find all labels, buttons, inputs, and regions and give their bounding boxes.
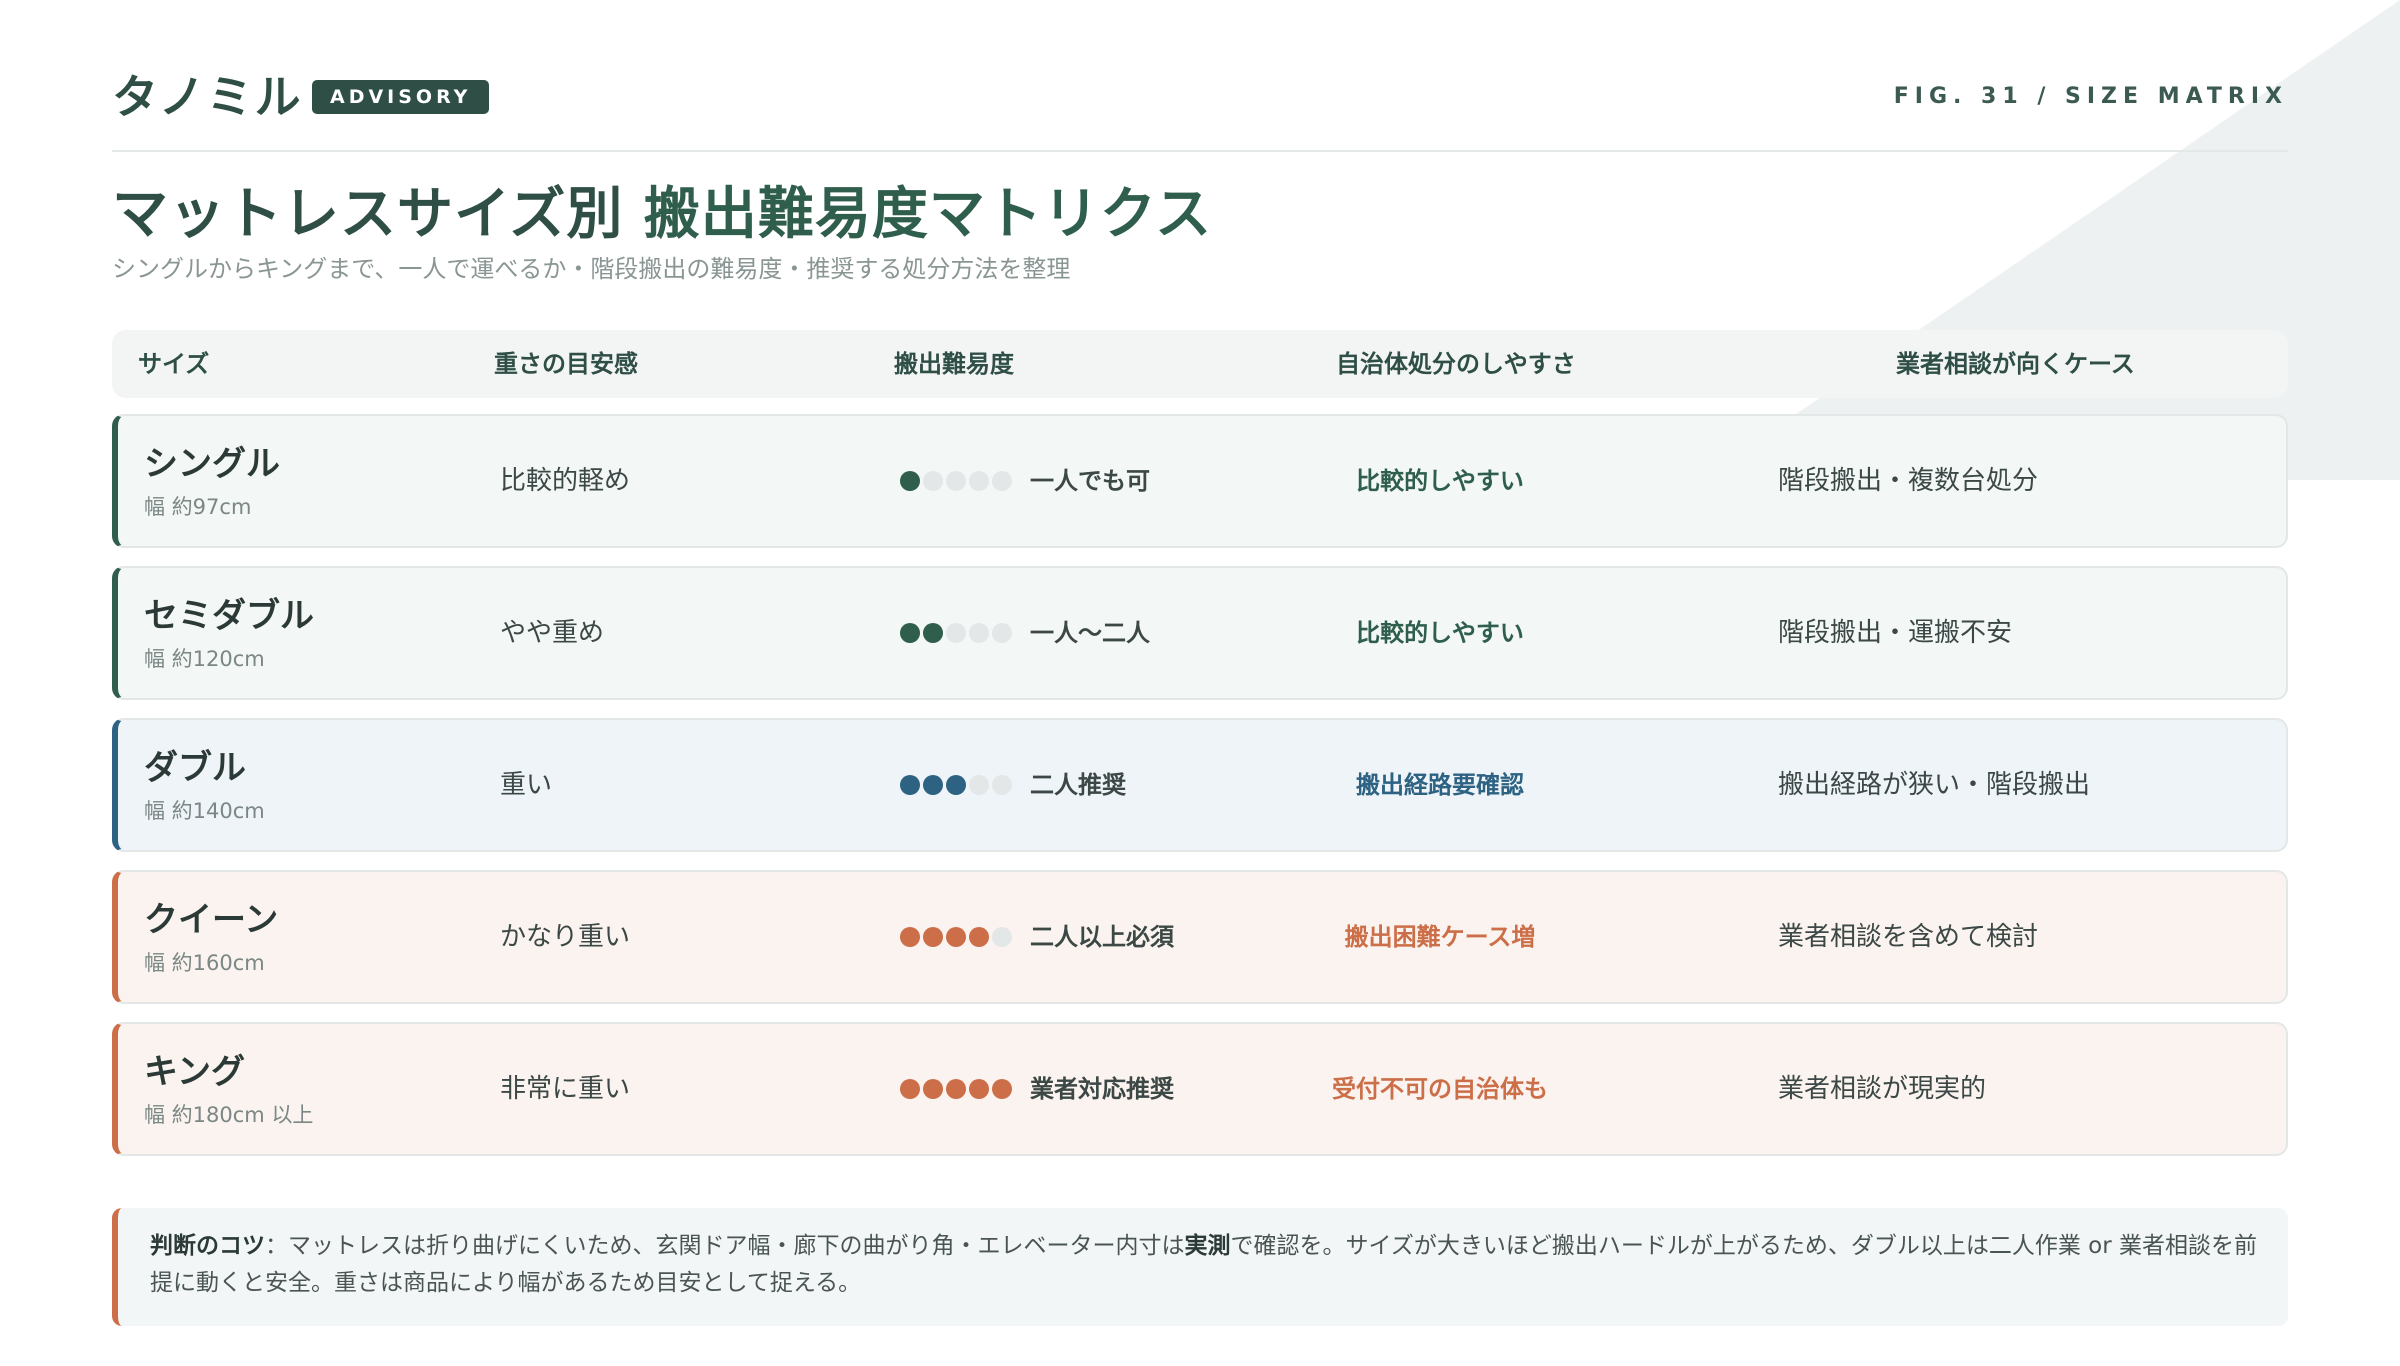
- difficulty-dot-empty: [969, 471, 989, 491]
- page: タノミル ADVISORY FIG. 31 / SIZE MATRIX マットレ…: [112, 0, 2288, 1366]
- tip-emphasis: 実測: [1184, 1233, 1231, 1259]
- municipal-disposal: 比較的しやすい: [1356, 619, 1524, 647]
- header-bar: タノミル ADVISORY FIG. 31 / SIZE MATRIX: [112, 66, 2288, 152]
- difficulty-dot-filled: [923, 623, 943, 643]
- difficulty-dot-filled: [900, 927, 920, 947]
- header-weight: 重さの目安感: [494, 350, 638, 378]
- difficulty-dot-filled: [946, 1079, 966, 1099]
- title-highlight: 搬出難易度マトリクス: [643, 182, 1213, 247]
- table-row: セミダブル幅 約120cm やや重め 一人〜二人 比較的しやすい 階段搬出・運搬不安: [112, 566, 2288, 700]
- difficulty-dot-filled: [946, 927, 966, 947]
- tip-text-1: ：マットレスは折り曲げにくいため、玄関ドア幅・廊下の曲がり角・エレベーター内寸は: [265, 1233, 1185, 1259]
- difficulty-rating: [900, 927, 1015, 947]
- page-subtitle: シングルからキングまで、一人で運べるか・階段搬出の難易度・推奨する処分方法を整理: [112, 255, 1071, 283]
- weight-estimate: 非常に重い: [500, 1074, 631, 1104]
- table-row: クイーン幅 約160cm かなり重い 二人以上必須 搬出困難ケース増 業者相談を含めて検…: [112, 870, 2288, 1004]
- size-width: 幅 約97cm: [144, 495, 252, 519]
- difficulty-dot-empty: [969, 623, 989, 643]
- recommended-case: 業者相談を含めて検討: [1778, 922, 2039, 952]
- difficulty-label: 二人以上必須: [1030, 923, 1174, 951]
- difficulty-rating: [900, 623, 1015, 643]
- municipal-disposal: 比較的しやすい: [1356, 467, 1524, 495]
- difficulty-label: 二人推奨: [1030, 771, 1126, 799]
- recommended-case: 搬出経路が狭い・階段搬出: [1778, 770, 2091, 800]
- difficulty-label: 一人でも可: [1030, 467, 1150, 495]
- weight-estimate: 比較的軽め: [500, 466, 631, 496]
- difficulty-label: 業者対応推奨: [1030, 1075, 1174, 1103]
- municipal-disposal: 搬出困難ケース増: [1344, 923, 1536, 951]
- figure-label: FIG. 31 / SIZE MATRIX: [1893, 84, 2288, 109]
- difficulty-dot-empty: [946, 623, 966, 643]
- difficulty-dot-filled: [900, 775, 920, 795]
- difficulty-dot-filled: [900, 1079, 920, 1099]
- difficulty-dot-filled: [946, 775, 966, 795]
- difficulty-dot-filled: [900, 471, 920, 491]
- difficulty-dot-empty: [992, 927, 1012, 947]
- table-header: サイズ 重さの目安感 搬出難易度 自治体処分のしやすさ 業者相談が向くケース: [112, 330, 2288, 398]
- tip-note: 判断のコツ：マットレスは折り曲げにくいため、玄関ドア幅・廊下の曲がり角・エレベー…: [112, 1208, 2288, 1326]
- header-case: 業者相談が向くケース: [1896, 350, 2135, 378]
- weight-estimate: 重い: [500, 770, 553, 800]
- difficulty-dot-filled: [969, 927, 989, 947]
- difficulty-dot-filled: [923, 927, 943, 947]
- size-width: 幅 約180cm 以上: [144, 1103, 314, 1127]
- brand-logo: タノミル: [112, 70, 303, 124]
- difficulty-dot-empty: [992, 623, 1012, 643]
- difficulty-dot-filled: [900, 623, 920, 643]
- size-width: 幅 約160cm: [144, 951, 265, 975]
- difficulty-dot-empty: [969, 775, 989, 795]
- difficulty-label: 一人〜二人: [1030, 619, 1150, 647]
- municipal-disposal: 受付不可の自治体も: [1332, 1075, 1548, 1103]
- table-row: シングル幅 約97cm 比較的軽め 一人でも可 比較的しやすい 階段搬出・複数台処分: [112, 414, 2288, 548]
- difficulty-dot-empty: [992, 775, 1012, 795]
- header-difficulty: 搬出難易度: [894, 350, 1014, 378]
- size-width: 幅 約120cm: [144, 647, 265, 671]
- advisory-badge: ADVISORY: [312, 80, 490, 114]
- difficulty-dot-filled: [923, 775, 943, 795]
- recommended-case: 階段搬出・複数台処分: [1778, 466, 2039, 496]
- size-name: セミダブル: [144, 596, 314, 636]
- weight-estimate: やや重め: [500, 618, 605, 648]
- difficulty-rating: [900, 775, 1015, 795]
- difficulty-dot-empty: [923, 471, 943, 491]
- size-name: キング: [144, 1052, 245, 1092]
- difficulty-dot-filled: [923, 1079, 943, 1099]
- size-width: 幅 約140cm: [144, 799, 265, 823]
- tip-label: 判断のコツ: [150, 1233, 265, 1259]
- size-name: シングル: [144, 444, 280, 484]
- table-row: キング幅 約180cm 以上 非常に重い 業者対応推奨 受付不可の自治体も 業者相談が現…: [112, 1022, 2288, 1156]
- difficulty-rating: [900, 471, 1015, 491]
- header-size: サイズ: [138, 350, 210, 378]
- header-municipal: 自治体処分のしやすさ: [1336, 350, 1576, 378]
- table-row: ダブル幅 約140cm 重い 二人推奨 搬出経路要確認 搬出経路が狭い・階段搬出: [112, 718, 2288, 852]
- weight-estimate: かなり重い: [500, 922, 631, 952]
- size-name: ダブル: [144, 748, 246, 788]
- difficulty-rating: [900, 1079, 1015, 1099]
- municipal-disposal: 搬出経路要確認: [1356, 771, 1524, 799]
- difficulty-dot-empty: [946, 471, 966, 491]
- title-prefix: マットレスサイズ別: [112, 182, 644, 247]
- difficulty-dot-empty: [992, 471, 1012, 491]
- recommended-case: 業者相談が現実的: [1778, 1074, 1987, 1104]
- size-name: クイーン: [144, 900, 279, 940]
- difficulty-dot-filled: [992, 1079, 1012, 1099]
- page-title: マットレスサイズ別 搬出難易度マトリクス: [112, 178, 1212, 252]
- difficulty-dot-filled: [969, 1079, 989, 1099]
- recommended-case: 階段搬出・運搬不安: [1778, 618, 2013, 648]
